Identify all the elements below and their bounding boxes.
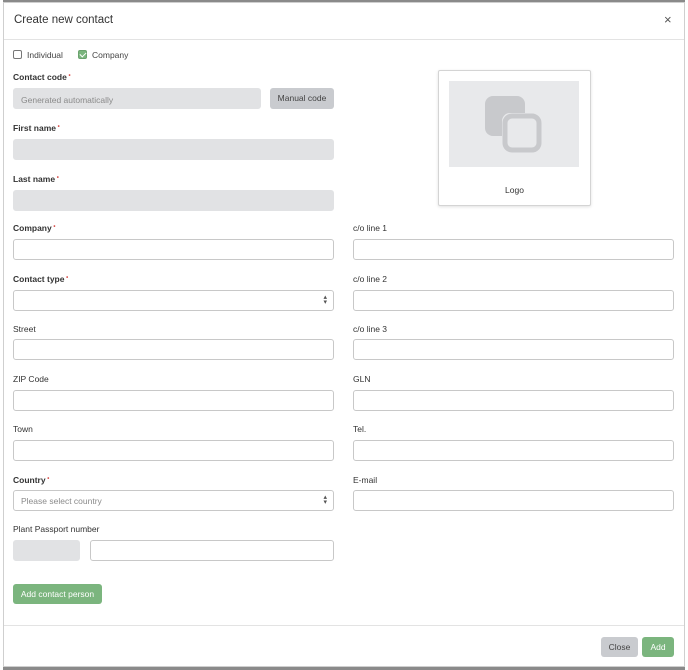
company-checkbox[interactable] bbox=[78, 50, 87, 59]
add-contact-person-button[interactable]: Add contact person bbox=[13, 584, 102, 604]
modal-title: Create new contact bbox=[14, 14, 114, 26]
manual-code-button[interactable]: Manual code bbox=[270, 88, 334, 109]
modal-header: Create new contact × bbox=[4, 3, 684, 40]
individual-label: Individual bbox=[27, 50, 63, 60]
close-button[interactable]: Close bbox=[601, 637, 638, 657]
co-line-2-label: c/o line 2 bbox=[353, 274, 388, 284]
last-name-label: Last name bbox=[13, 174, 59, 184]
company-label: Company bbox=[92, 50, 129, 60]
co-line-1-input[interactable] bbox=[353, 239, 674, 260]
logo-label: Logo bbox=[505, 185, 524, 195]
footer-divider bbox=[4, 625, 684, 626]
zip-code-input[interactable] bbox=[13, 390, 334, 411]
individual-checkbox[interactable] bbox=[13, 50, 22, 59]
tel-input[interactable] bbox=[353, 440, 674, 461]
contact-type-label: Contact type bbox=[13, 274, 68, 284]
zip-code-label: ZIP Code bbox=[13, 374, 49, 384]
create-contact-modal: Create new contact × Individual Company … bbox=[3, 2, 685, 667]
plant-passport-prefix bbox=[13, 540, 80, 561]
last-name-input[interactable] bbox=[13, 190, 334, 211]
gln-label: GLN bbox=[353, 374, 371, 384]
company-field-label: Company bbox=[13, 223, 56, 233]
image-placeholder-icon bbox=[485, 96, 542, 153]
town-input[interactable] bbox=[13, 440, 334, 461]
co-line-3-input[interactable] bbox=[353, 339, 674, 360]
email-label: E-mail bbox=[353, 475, 378, 485]
first-name-input[interactable] bbox=[13, 139, 334, 160]
logo-card[interactable]: Logo bbox=[438, 70, 591, 206]
gln-input[interactable] bbox=[353, 390, 674, 411]
co-line-3-label: c/o line 3 bbox=[353, 324, 388, 334]
contact-code-placeholder: Generated automatically bbox=[21, 95, 114, 105]
add-button[interactable]: Add bbox=[642, 637, 674, 657]
plant-passport-label: Plant Passport number bbox=[13, 524, 100, 534]
country-select[interactable]: Please select country ▴ ▾ bbox=[13, 490, 334, 511]
co-line-1-label: c/o line 1 bbox=[353, 223, 388, 233]
co-line-2-input[interactable] bbox=[353, 290, 674, 311]
logo-preview bbox=[449, 81, 579, 167]
country-placeholder: Please select country bbox=[21, 496, 102, 506]
first-name-label: First name bbox=[13, 123, 60, 133]
tel-label: Tel. bbox=[353, 424, 367, 434]
plant-passport-input[interactable] bbox=[90, 540, 334, 561]
contact-type-select[interactable]: ▴ ▾ bbox=[13, 290, 334, 311]
town-label: Town bbox=[13, 424, 33, 434]
contact-code-label: Contact code bbox=[13, 72, 71, 82]
street-label: Street bbox=[13, 324, 36, 334]
company-input[interactable] bbox=[13, 239, 334, 260]
street-input[interactable] bbox=[13, 339, 334, 360]
select-arrows-icon: ▴ ▾ bbox=[323, 494, 327, 506]
country-label: Country bbox=[13, 475, 49, 485]
email-input[interactable] bbox=[353, 490, 674, 511]
select-arrows-icon: ▴ ▾ bbox=[323, 294, 327, 306]
close-icon[interactable]: × bbox=[664, 13, 672, 26]
contact-code-input: Generated automatically bbox=[13, 88, 261, 109]
